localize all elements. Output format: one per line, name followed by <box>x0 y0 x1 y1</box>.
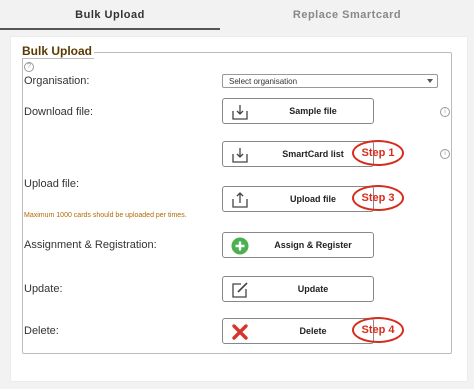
assignment-registration-label: Assignment & Registration: <box>24 239 157 251</box>
download-icon <box>232 105 248 120</box>
step-1-annotation: Step 1 <box>352 140 404 166</box>
step-4-annotation: Step 4 <box>352 317 404 343</box>
step-3-annotation: Step 3 <box>352 185 404 211</box>
sample-file-label: Sample file <box>289 106 337 116</box>
assign-register-button[interactable]: Assign & Register <box>222 232 374 258</box>
question-icon[interactable]: ? <box>24 62 34 72</box>
download-icon <box>232 148 248 163</box>
info-icon[interactable]: i <box>440 107 450 117</box>
assign-register-label: Assign & Register <box>274 240 352 250</box>
sample-file-button[interactable]: Sample file <box>222 98 374 124</box>
delete-x-icon <box>232 324 248 340</box>
organisation-label: Organisation: <box>24 75 90 87</box>
update-label: Update: <box>24 283 63 295</box>
upload-limit-note: Maximum 1000 cards should be uploaded pe… <box>24 212 187 219</box>
delete-label: Delete: <box>24 325 59 337</box>
add-circle-icon <box>231 237 249 255</box>
upload-file-label: Upload file: <box>24 178 80 190</box>
chevron-down-icon <box>427 79 433 83</box>
update-button[interactable]: Update <box>222 276 374 302</box>
organisation-select-value: Select organisation <box>229 77 298 86</box>
info-icon[interactable]: i <box>440 149 450 159</box>
tab-bar: Bulk Upload Replace Smartcard <box>0 0 474 30</box>
download-file-label: Download file: <box>24 106 94 118</box>
organisation-select[interactable]: Select organisation <box>222 74 438 88</box>
section-title: Bulk Upload <box>22 44 95 59</box>
edit-icon <box>232 282 248 298</box>
upload-icon <box>232 192 248 208</box>
tab-bulk-upload[interactable]: Bulk Upload <box>0 0 220 30</box>
tab-replace-smartcard[interactable]: Replace Smartcard <box>220 0 474 30</box>
update-label-text: Update <box>297 284 329 294</box>
